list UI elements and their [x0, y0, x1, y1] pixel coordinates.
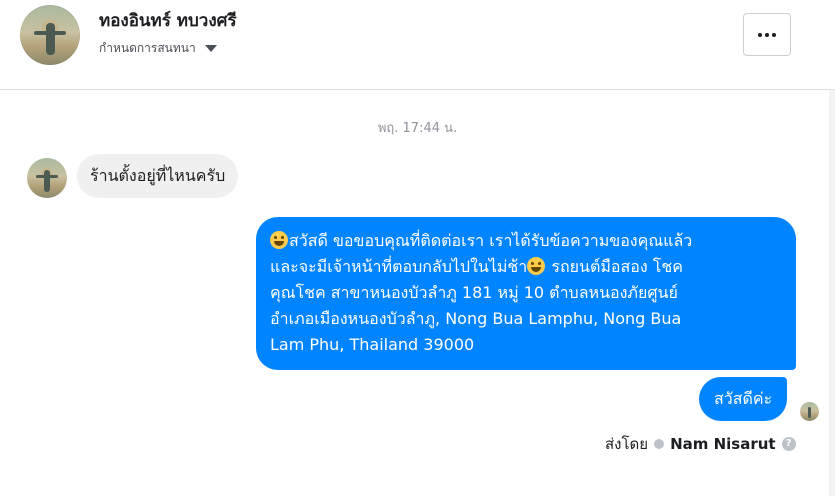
sent-by-label: ส่งโดย	[605, 435, 649, 453]
conversation-settings-dropdown[interactable]: กำหนดการสนทนา	[99, 39, 217, 58]
grinning-face-emoji	[527, 257, 546, 275]
avatar-figure	[808, 407, 811, 418]
sent-by-name[interactable]: Nam Nisarut	[670, 435, 776, 453]
seen-avatar	[800, 402, 819, 421]
caret-down-icon	[204, 45, 217, 52]
auto-reply-line: และจะมีเจ้าหน้าที่ตอบกลับไปในไม่ช้า รถยน…	[270, 254, 782, 280]
sent-by-info: ส่งโดย Nam Nisarut ?	[605, 432, 796, 456]
auto-reply-text: และจะมีเจ้าหน้าที่ตอบกลับไปในไม่ช้า	[270, 257, 528, 276]
auto-reply-message-bubble[interactable]: สวัสดี ขอขอบคุณที่ติดต่อเรา เราได้รับข้อ…	[256, 217, 796, 370]
sender-avatar[interactable]	[27, 158, 67, 198]
more-options-button[interactable]	[743, 13, 791, 56]
incoming-message-bubble[interactable]: ร้านตั้งอยู่ที่ไหนครับ	[77, 154, 239, 198]
scrollbar[interactable]	[829, 90, 835, 496]
auto-reply-line: อำเภอเมืองหนองบัวลำภู, Nong Bua Lamphu, …	[270, 309, 682, 328]
avatar-figure	[46, 23, 55, 55]
more-dots-icon	[758, 32, 762, 37]
auto-reply-line: คุณโชค สาขาหนองบัวลำภู 181 หมู่ 10 ตำบลห…	[270, 283, 678, 302]
contact-name[interactable]: ทองอินทร์ ทบวงศรี	[99, 7, 237, 34]
question-circle-icon[interactable]: ?	[781, 437, 796, 451]
conversation-header: ทองอินทร์ ทบวงศรี กำหนดการสนทนา	[0, 0, 835, 90]
grinning-face-emoji	[270, 231, 288, 249]
avatar-figure	[44, 170, 50, 192]
checkmark-circle-icon	[654, 439, 665, 449]
more-dots-icon	[765, 32, 769, 37]
conversation-settings-label: กำหนดการสนทนา	[99, 41, 196, 55]
auto-reply-line: สวัสดี ขอขอบคุณที่ติดต่อเรา เราได้รับข้อ…	[270, 228, 782, 254]
more-dots-icon	[772, 32, 776, 37]
outgoing-message-bubble[interactable]: สวัสดีค่ะ	[699, 377, 788, 421]
auto-reply-text: สวัสดี ขอขอบคุณที่ติดต่อเรา เราได้รับข้อ…	[289, 231, 693, 250]
contact-avatar[interactable]	[20, 5, 80, 65]
message-timestamp: พฤ. 17:44 น.	[377, 121, 458, 136]
auto-reply-text: รถยนต์มือสอง โชค	[546, 257, 683, 276]
auto-reply-line: Lam Phu, Thailand 39000	[270, 335, 475, 354]
